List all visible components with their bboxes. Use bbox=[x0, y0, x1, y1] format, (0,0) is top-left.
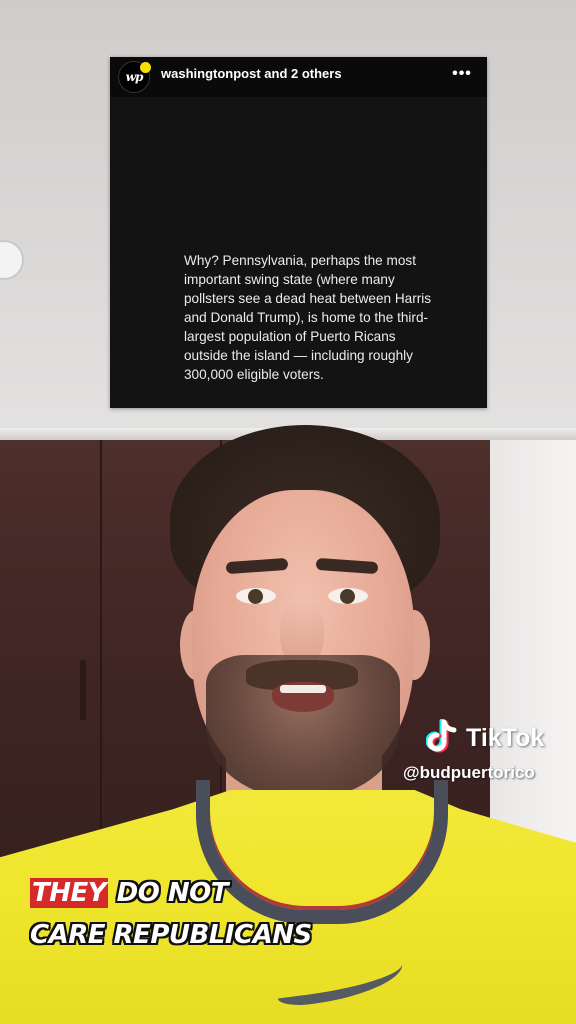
more-options-icon[interactable]: ••• bbox=[447, 65, 477, 85]
caption-line-2: CARE REPUBLICANS bbox=[30, 920, 312, 950]
creator-handle: @budpuertorico bbox=[403, 763, 535, 782]
avatar-accent-dot bbox=[140, 62, 151, 73]
caption-line-1-rest: DO NOT bbox=[108, 878, 229, 908]
eye bbox=[236, 588, 276, 604]
video-caption: THEY DO NOT CARE REPUBLICANS bbox=[30, 872, 350, 956]
post-author[interactable]: washingtonpost and 2 others bbox=[161, 66, 342, 81]
post-username[interactable]: washingtonpost bbox=[161, 66, 261, 81]
eye bbox=[328, 588, 368, 604]
tiktok-brand: TikTok bbox=[466, 723, 545, 752]
caption-line-1: THEY DO NOT bbox=[30, 872, 350, 914]
mouth bbox=[272, 682, 334, 712]
post-text: Why? Pennsylvania, perhaps the most impo… bbox=[184, 253, 432, 382]
caption-highlight: THEY bbox=[30, 878, 109, 908]
instagram-post-screenshot[interactable]: wp washingtonpost and 2 others ••• Why? … bbox=[110, 57, 487, 408]
tiktok-note-icon bbox=[425, 718, 460, 757]
avatar-monogram: wp bbox=[125, 70, 144, 84]
post-header: wp washingtonpost and 2 others ••• bbox=[110, 57, 487, 97]
washington-post-avatar[interactable]: wp bbox=[118, 61, 151, 93]
post-collaborators[interactable]: and 2 others bbox=[261, 66, 341, 81]
tiktok-watermark: TikTok bbox=[425, 718, 545, 758]
